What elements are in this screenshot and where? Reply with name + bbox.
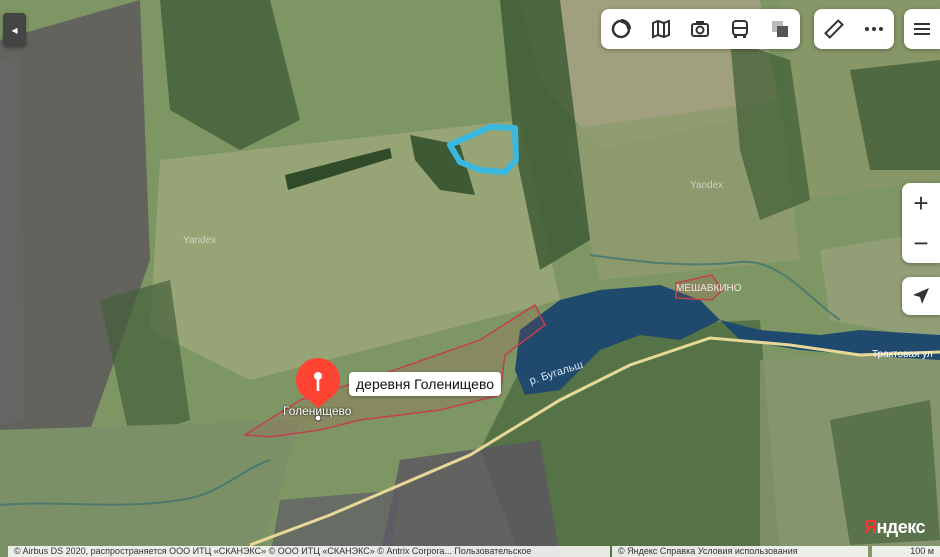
place-popup[interactable]: деревня Голенищево — [349, 372, 502, 396]
tools-toolbar — [814, 9, 894, 49]
zoom-out-button[interactable]: − — [902, 223, 940, 263]
scale-bar: 100 м — [872, 546, 940, 557]
map-icon — [651, 19, 670, 39]
ruler-icon — [824, 19, 844, 39]
zoom-in-button[interactable]: + — [902, 183, 940, 223]
geolocation-button[interactable] — [902, 277, 940, 315]
village-label: Голенищево — [283, 404, 352, 418]
hamburger-menu-icon — [914, 23, 930, 35]
ruler-button[interactable] — [814, 9, 854, 49]
layers-toolbar — [601, 9, 800, 49]
road-label: Трактовая ул — [872, 349, 933, 360]
transport-button[interactable] — [720, 9, 760, 49]
zoom-control: + − — [902, 183, 940, 263]
more-button[interactable] — [854, 9, 894, 49]
map-watermark: Yandex — [183, 235, 217, 246]
hamlet-label: МЕШАВКИНО — [676, 283, 742, 294]
map-watermark: Yandex — [690, 180, 724, 191]
layers-icon — [772, 21, 789, 37]
navigation-arrow-icon — [913, 288, 929, 304]
collapse-panel-button[interactable]: ◂ — [3, 13, 26, 47]
bus-icon — [732, 20, 749, 38]
more-dots-icon — [865, 27, 883, 31]
terms-footer[interactable]: © Яндекс Справка Условия использования — [612, 546, 868, 557]
layer-switch-button[interactable] — [760, 9, 800, 49]
photos-button[interactable] — [681, 9, 721, 49]
map-layers-button[interactable] — [641, 9, 681, 49]
copyright-footer: © Airbus DS 2020, распространяется ООО И… — [8, 546, 610, 557]
satellite-map[interactable] — [0, 0, 940, 557]
panorama-circle-icon — [611, 19, 631, 39]
menu-button[interactable] — [904, 9, 940, 49]
yandex-logo[interactable]: Яндекс — [864, 517, 926, 538]
camera-icon — [691, 21, 710, 37]
panorama-button[interactable] — [601, 9, 641, 49]
chevron-left-icon: ◂ — [11, 23, 18, 37]
